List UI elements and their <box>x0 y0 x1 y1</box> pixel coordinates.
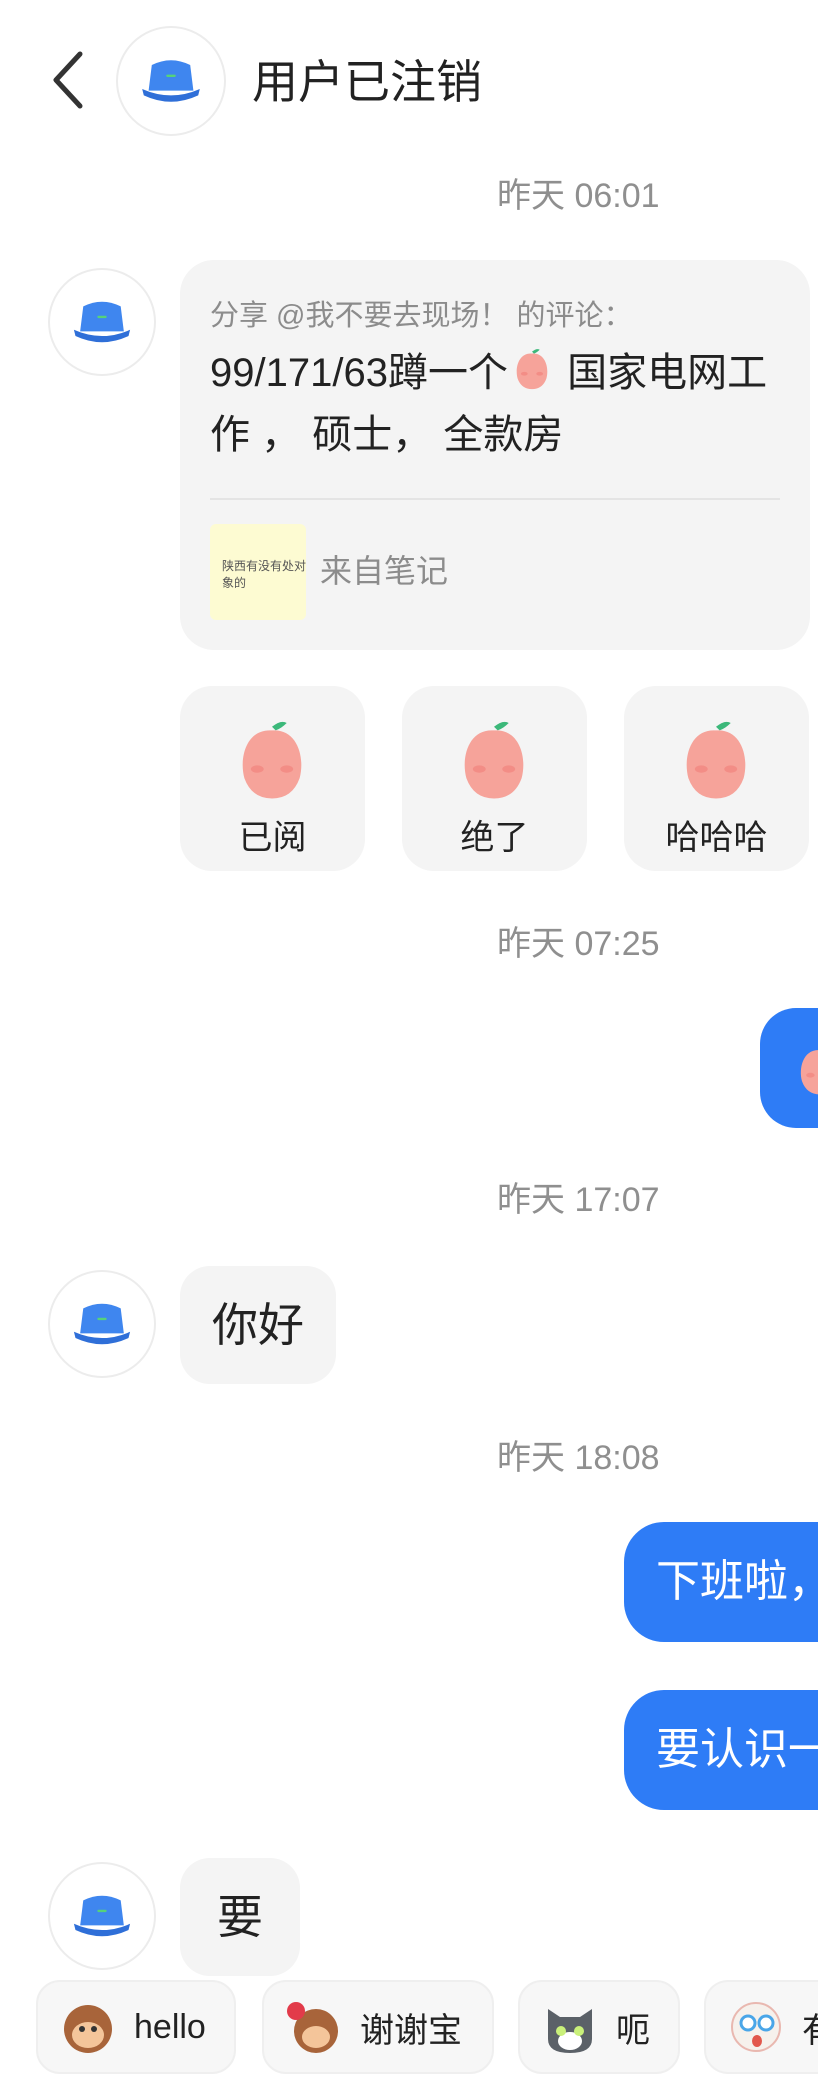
divider <box>210 498 780 500</box>
sticker-label: 已阅 <box>238 819 307 857</box>
quick-reply-thanks[interactable]: 谢谢宝 <box>262 1980 494 2074</box>
share-body-text: 99/171/63蹲一个 <box>210 351 508 395</box>
quick-reply-label: 谢谢宝 <box>360 2011 462 2050</box>
peach-laughing-sticker-icon <box>670 712 762 804</box>
sticker-label: 哈哈哈 <box>665 819 768 857</box>
sent-message[interactable]: 要认识一 <box>624 1690 818 1810</box>
contact-avatar[interactable] <box>48 268 156 376</box>
contact-avatar[interactable] <box>48 1270 156 1378</box>
header-avatar[interactable] <box>116 26 226 136</box>
sent-message[interactable]: 下班啦， <box>624 1522 818 1642</box>
bucket-hat-icon <box>63 283 141 361</box>
quick-reply-label: 有 <box>802 2003 818 2052</box>
monkey-rose-icon <box>287 2002 338 2053</box>
quick-reply-label: 呃 <box>616 2011 650 2050</box>
chevron-left-icon <box>53 51 83 109</box>
quick-reply-label: hello <box>134 2007 206 2046</box>
sticker-reply-1[interactable]: 已阅 <box>180 686 365 871</box>
surprised-face-icon <box>731 2002 781 2052</box>
bucket-hat-icon <box>63 1285 141 1363</box>
peach-tea-sticker-icon <box>226 712 318 804</box>
cat-awkward-icon <box>548 2009 592 2053</box>
timestamp: 昨天 07:25 <box>497 925 660 963</box>
shared-comment-card[interactable]: 分享 @我不要去现场！ 的评论： 99/171/63蹲一个 国家电网工作 ， 硕… <box>180 260 810 650</box>
received-message[interactable]: 要 <box>180 1858 300 1976</box>
quick-reply-uh[interactable]: 呃 <box>518 1980 680 2074</box>
contact-avatar[interactable] <box>48 1862 156 1970</box>
peach-crying-icon <box>508 344 556 392</box>
share-header: 分享 @我不要去现场！ 的评论： <box>210 300 633 332</box>
bucket-hat-icon <box>131 41 211 121</box>
sticker-label: 绝了 <box>460 819 529 857</box>
quick-reply-4[interactable]: 有 <box>704 1980 818 2074</box>
monkey-wave-icon <box>64 2005 112 2053</box>
sent-sticker-bubble[interactable] <box>760 1008 818 1128</box>
timestamp: 昨天 18:08 <box>497 1439 660 1477</box>
note-source-label: 来自笔记 <box>320 553 449 589</box>
back-button[interactable] <box>40 51 96 109</box>
page-title: 用户已注销 <box>252 56 482 108</box>
peach-thumbs-up-sticker-icon <box>448 712 540 804</box>
peach-sticker-icon <box>790 1038 818 1098</box>
sticker-reply-2[interactable]: 绝了 <box>402 686 587 871</box>
timestamp: 昨天 17:07 <box>497 1181 660 1219</box>
quick-reply-hello[interactable]: hello <box>36 1980 236 2074</box>
timestamp: 昨天 06:01 <box>497 177 660 215</box>
sticker-reply-3[interactable]: 哈哈哈 <box>624 686 809 871</box>
share-body: 99/171/63蹲一个 国家电网工作 ， 硕士， 全款房 <box>210 342 780 466</box>
bucket-hat-icon <box>63 1877 141 1955</box>
note-thumbnail[interactable]: 陕西有没有处对象的 <box>210 524 306 620</box>
received-message[interactable]: 你好 <box>180 1266 336 1384</box>
